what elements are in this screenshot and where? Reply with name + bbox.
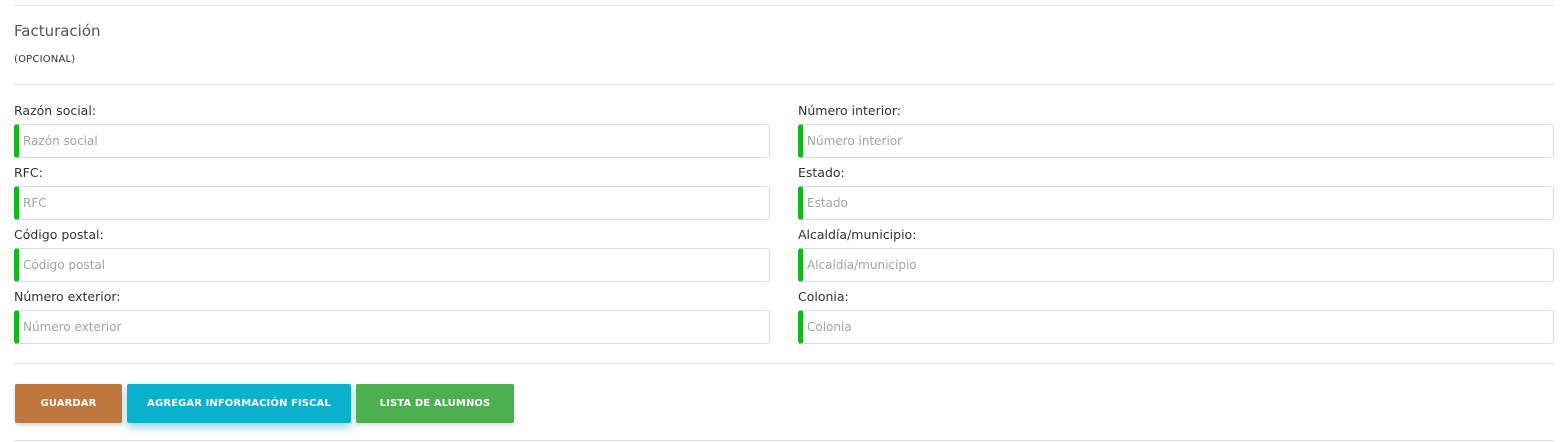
section-title: Facturación xyxy=(14,22,101,40)
rfc-label: RFC: xyxy=(14,165,43,180)
colonia-label: Colonia: xyxy=(798,289,849,304)
razon-social-input[interactable] xyxy=(14,124,770,158)
numero-exterior-input[interactable] xyxy=(14,310,770,344)
estado-group: Estado: xyxy=(798,166,1554,220)
numero-interior-label: Número interior: xyxy=(798,103,902,118)
save-button[interactable]: GUARDAR xyxy=(15,384,122,423)
section-optional-note: (OPCIONAL) xyxy=(14,54,76,65)
colonia-group: Colonia: xyxy=(798,290,1554,344)
rfc-group: RFC: xyxy=(14,166,770,220)
divider-top xyxy=(14,5,1554,6)
razon-social-label: Razón social: xyxy=(14,103,97,118)
estado-label: Estado: xyxy=(798,165,845,180)
razon-social-group: Razón social: xyxy=(14,104,770,158)
codigo-postal-input[interactable] xyxy=(14,248,770,282)
rfc-input[interactable] xyxy=(14,186,770,220)
codigo-postal-group: Código postal: xyxy=(14,228,770,282)
estado-input[interactable] xyxy=(798,186,1554,220)
student-list-button[interactable]: LISTA DE ALUMNOS xyxy=(356,384,514,423)
alcaldia-label: Alcaldía/municipio: xyxy=(798,227,917,242)
numero-interior-input[interactable] xyxy=(798,124,1554,158)
numero-exterior-group: Número exterior: xyxy=(14,290,770,344)
divider-bottom xyxy=(14,440,1554,441)
numero-interior-group: Número interior: xyxy=(798,104,1554,158)
numero-exterior-label: Número exterior: xyxy=(14,289,121,304)
alcaldia-group: Alcaldía/municipio: xyxy=(798,228,1554,282)
add-fiscal-info-button[interactable]: AGREGAR INFORMACIÓN FISCAL xyxy=(127,384,351,423)
codigo-postal-label: Código postal: xyxy=(14,227,104,242)
divider-actions xyxy=(14,363,1554,364)
divider-header xyxy=(14,84,1554,85)
colonia-input[interactable] xyxy=(798,310,1554,344)
alcaldia-input[interactable] xyxy=(798,248,1554,282)
